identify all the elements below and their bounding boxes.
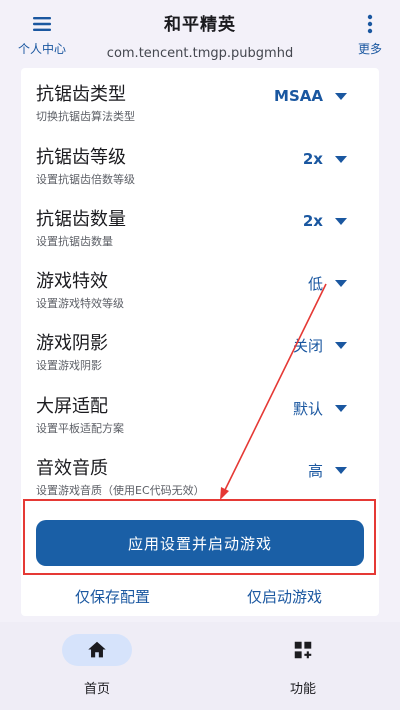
setting-title: 游戏阴影 [36, 333, 108, 354]
setting-title: 大屏适配 [36, 396, 108, 417]
nav-function-indicator [268, 634, 338, 666]
setting-description: 设置抗锯齿数量 [36, 235, 113, 248]
setting-description: 切换抗锯齿算法类型 [36, 110, 135, 123]
setting-row-aa-type: 抗锯齿类型 切换抗锯齿算法类型 MSAA [21, 68, 379, 128]
caret-down-icon [335, 155, 347, 163]
launch-game-button[interactable]: 仅启动游戏 [247, 586, 322, 607]
aa-type-dropdown[interactable]: MSAA [274, 84, 347, 108]
nav-function[interactable]: 功能 [258, 634, 348, 706]
setting-row-audio: 音效音质 设置游戏音质（使用EC代码无效） 高 [21, 442, 379, 502]
nav-home-label: 首页 [83, 682, 110, 697]
setting-row-aa-count: 抗锯齿数量 设置抗锯齿数量 2x [21, 193, 379, 253]
nav-function-label: 功能 [289, 682, 316, 697]
top-app-bar: 个人中心 和平精英 com.tencent.tmgp.pubgmhd 更多 [0, 0, 400, 66]
personal-center-button[interactable]: 个人中心 [12, 8, 72, 60]
effects-dropdown[interactable]: 低 [308, 271, 347, 295]
caret-down-icon [335, 341, 347, 349]
audio-dropdown[interactable]: 高 [308, 458, 347, 482]
setting-description: 设置平板适配方案 [36, 422, 124, 435]
caret-down-icon [335, 217, 347, 225]
personal-center-label: 个人中心 [17, 42, 66, 56]
dropdown-value: 默认 [292, 399, 323, 418]
shadow-dropdown[interactable]: 关闭 [293, 333, 347, 357]
dropdown-value: 2x [302, 150, 323, 168]
setting-row-tablet-fit: 大屏适配 设置平板适配方案 默认 [21, 380, 379, 440]
setting-row-shadow: 游戏阴影 设置游戏阴影 关闭 [21, 317, 379, 377]
setting-title: 抗锯齿数量 [36, 209, 126, 230]
setting-title: 抗锯齿等级 [36, 147, 126, 168]
caret-down-icon [335, 279, 347, 287]
setting-row-aa-level: 抗锯齿等级 设置抗锯齿倍数等级 2x [21, 131, 379, 191]
more-button[interactable]: 更多 [348, 8, 392, 60]
aa-count-dropdown[interactable]: 2x [303, 209, 347, 233]
home-icon [88, 641, 106, 658]
nav-home-indicator [62, 634, 132, 666]
settings-card: 抗锯齿类型 切换抗锯齿算法类型 MSAA 抗锯齿等级 设置抗锯齿倍数等级 2x … [21, 68, 379, 616]
dropdown-value: 2x [302, 212, 323, 230]
setting-title: 游戏特效 [36, 271, 108, 292]
apply-and-launch-button[interactable]: 应用设置并启动游戏 [36, 520, 364, 566]
vertical-dots-icon [367, 14, 373, 34]
dropdown-value: 低 [307, 274, 323, 293]
bottom-navigation: 首页 功能 [0, 622, 400, 710]
setting-description: 设置游戏音质（使用EC代码无效） [36, 484, 205, 497]
aa-level-dropdown[interactable]: 2x [303, 147, 347, 171]
setting-title: 抗锯齿类型 [36, 84, 126, 105]
hamburger-menu-icon [33, 17, 51, 31]
page-title: 和平精英 [164, 15, 236, 35]
setting-description: 设置游戏特效等级 [36, 297, 124, 310]
title-block: 和平精英 com.tencent.tmgp.pubgmhd [90, 10, 310, 61]
grid-plus-icon [294, 641, 312, 659]
caret-down-icon [335, 92, 347, 100]
setting-description: 设置游戏阴影 [36, 359, 102, 372]
setting-title: 音效音质 [36, 458, 108, 479]
save-config-button[interactable]: 仅保存配置 [75, 586, 150, 607]
dropdown-value: MSAA [274, 87, 323, 105]
package-name: com.tencent.tmgp.pubgmhd [106, 46, 294, 61]
nav-home[interactable]: 首页 [52, 634, 142, 706]
tablet-fit-dropdown[interactable]: 默认 [293, 396, 347, 420]
dropdown-value: 高 [307, 461, 323, 480]
more-label: 更多 [357, 42, 382, 56]
caret-down-icon [335, 404, 347, 412]
setting-row-effects: 游戏特效 设置游戏特效等级 低 [21, 255, 379, 315]
setting-description: 设置抗锯齿倍数等级 [36, 173, 135, 186]
caret-down-icon [335, 466, 347, 474]
dropdown-value: 关闭 [292, 336, 323, 355]
